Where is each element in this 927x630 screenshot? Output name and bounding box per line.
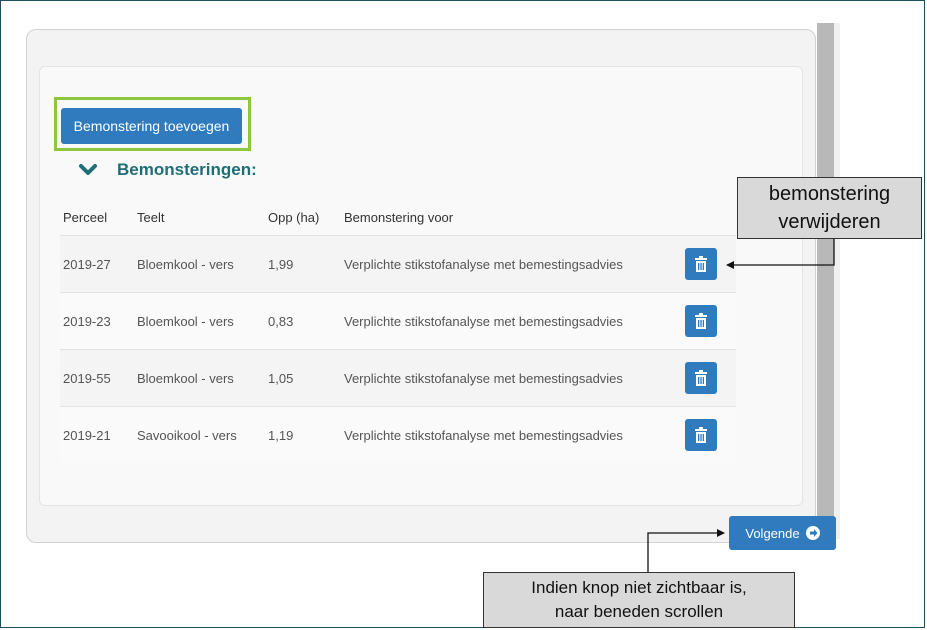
table-header-row: Perceel Teelt Opp (ha) Bemonstering voor	[60, 199, 736, 236]
cell-teelt: Bloemkool - vers	[134, 349, 265, 407]
cell-actions	[682, 349, 736, 407]
trash-icon	[695, 256, 707, 272]
cell-bemonstering: Verplichte stikstofanalyse met bemesting…	[341, 292, 682, 350]
column-header-actions	[682, 199, 736, 236]
delete-callout: bemonstering verwijderen	[737, 177, 922, 239]
next-button-label: Volgende	[745, 525, 800, 541]
cell-teelt: Bloemkool - vers	[134, 235, 265, 293]
scrollbar-track	[834, 23, 840, 539]
delete-sample-button[interactable]	[685, 362, 717, 394]
cell-opp: 1,19	[265, 406, 341, 463]
scroll-callout-line2: naar beneden scrollen	[554, 602, 724, 621]
cell-perceel: 2019-21	[60, 406, 134, 463]
cell-opp: 1,99	[265, 235, 341, 293]
delete-callout-line2: verwijderen	[778, 211, 881, 233]
next-button[interactable]: Volgende	[729, 516, 836, 550]
arrow-right-circle-icon	[805, 526, 820, 540]
cell-actions	[682, 292, 736, 350]
delete-sample-button[interactable]	[685, 248, 717, 280]
cell-opp: 1,05	[265, 349, 341, 407]
table-row: 2019-23 Bloemkool - vers 0,83 Verplichte…	[60, 292, 736, 350]
section-title: Bemonsteringen:	[117, 160, 257, 179]
scroll-callout-line1: Indien knop niet zichtbaar is,	[531, 578, 747, 597]
column-header-opp: Opp (ha)	[268, 209, 320, 225]
cell-perceel: 2019-27	[60, 235, 134, 293]
cell-bemonstering: Verplichte stikstofanalyse met bemesting…	[341, 406, 682, 463]
section-header[interactable]: Bemonsteringen:	[79, 160, 257, 180]
cell-bemonstering: Verplichte stikstofanalyse met bemesting…	[341, 349, 682, 407]
cell-actions	[682, 406, 736, 463]
cell-actions	[682, 235, 736, 293]
samples-table: Perceel Teelt Opp (ha) Bemonstering voor…	[60, 199, 736, 463]
trash-icon	[695, 370, 707, 386]
delete-sample-button[interactable]	[685, 305, 717, 337]
cell-perceel: 2019-55	[60, 349, 134, 407]
delete-sample-button[interactable]	[685, 419, 717, 451]
cell-perceel: 2019-23	[60, 292, 134, 350]
add-sample-button[interactable]: Bemonstering toevoegen	[61, 108, 242, 144]
cell-teelt: Savooikool - vers	[134, 406, 265, 463]
scrollbar[interactable]	[817, 23, 834, 539]
chevron-down-icon[interactable]	[79, 163, 97, 177]
scroll-callout: Indien knop niet zichtbaar is, naar bene…	[483, 572, 795, 628]
cell-teelt: Bloemkool - vers	[134, 292, 265, 350]
trash-icon	[695, 313, 707, 329]
table-row: 2019-55 Bloemkool - vers 1,05 Verplichte…	[60, 349, 736, 407]
trash-icon	[695, 427, 707, 443]
column-header-teelt: Teelt	[137, 209, 165, 225]
cell-bemonstering: Verplichte stikstofanalyse met bemesting…	[341, 235, 682, 293]
cell-opp: 0,83	[265, 292, 341, 350]
column-header-bemonstering: Bemonstering voor	[344, 209, 454, 225]
delete-callout-line1: bemonstering	[768, 183, 891, 205]
table-row: 2019-27 Bloemkool - vers 1,99 Verplichte…	[60, 235, 736, 293]
column-header-perceel: Perceel	[63, 209, 108, 225]
table-row: 2019-21 Savooikool - vers 1,19 Verplicht…	[60, 406, 736, 463]
